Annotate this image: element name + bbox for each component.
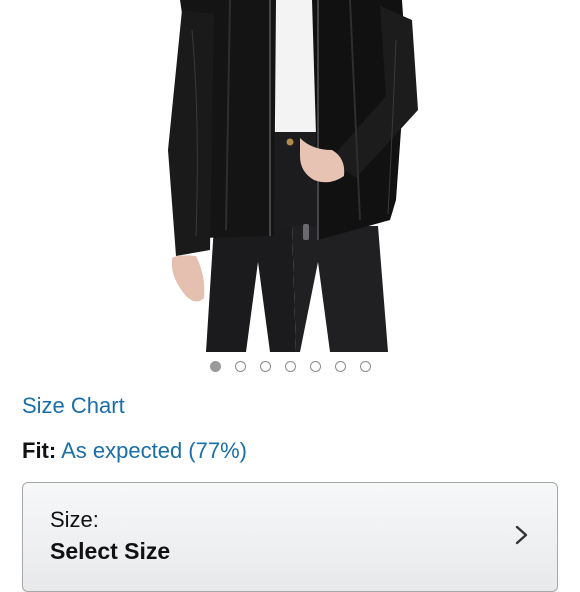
product-image[interactable] <box>0 0 580 352</box>
size-chart-link[interactable]: Size Chart <box>22 393 125 419</box>
fit-row: Fit: As expected (77%) <box>22 438 247 464</box>
chevron-right-icon <box>515 525 528 545</box>
fit-value-link[interactable]: As expected (77%) <box>61 438 247 463</box>
image-carousel-dots <box>0 361 580 379</box>
carousel-dot-3[interactable] <box>259 361 271 372</box>
size-label: Size: <box>50 507 99 532</box>
carousel-dot-2[interactable] <box>234 361 246 372</box>
size-select-button[interactable]: Size: Select Size <box>22 482 558 592</box>
carousel-dot-4[interactable] <box>284 361 296 372</box>
fit-label: Fit: <box>22 438 57 463</box>
carousel-dot-6[interactable] <box>334 361 346 372</box>
size-value: Select Size <box>50 538 171 564</box>
carousel-dot-7[interactable] <box>359 361 371 372</box>
carousel-dot-5[interactable] <box>309 361 321 372</box>
carousel-dot-1[interactable] <box>209 361 221 372</box>
